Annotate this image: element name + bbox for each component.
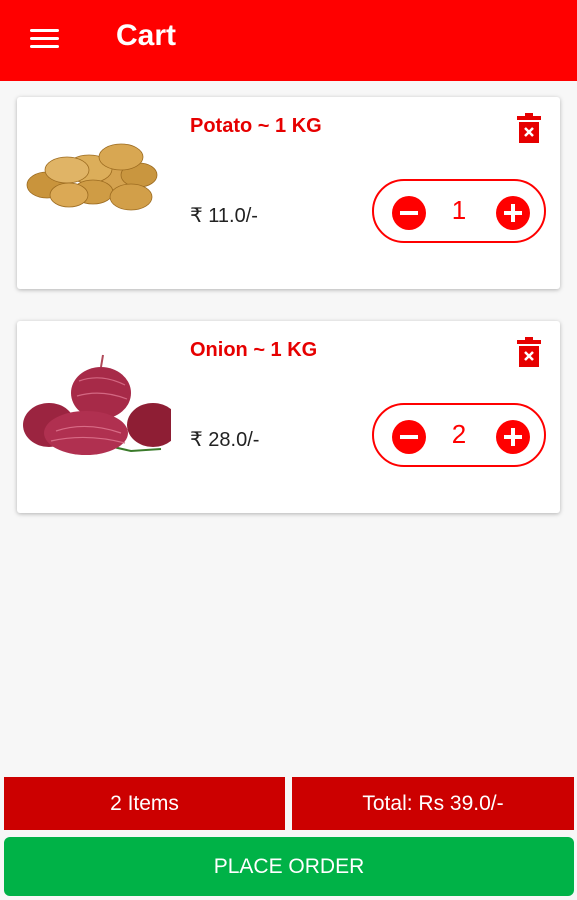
product-price: ₹ 11.0/- xyxy=(190,205,258,227)
cart-item: Onion ~ 1 KG ₹ 28.0/- 2 xyxy=(17,321,560,513)
quantity-stepper: 1 xyxy=(372,179,546,243)
potato-image xyxy=(26,143,158,211)
plus-circle-icon[interactable] xyxy=(496,420,530,454)
page-title: Cart xyxy=(116,19,177,52)
place-order-button[interactable]: PLACE ORDER xyxy=(4,837,574,896)
product-name: Onion ~ 1 KG xyxy=(190,339,318,361)
menu-icon[interactable] xyxy=(28,24,62,58)
quantity-stepper: 2 xyxy=(372,403,546,467)
product-price: ₹ 28.0/- xyxy=(190,429,260,451)
cart-item: Potato ~ 1 KG ₹ 11.0/- 1 xyxy=(17,97,560,289)
onion-image xyxy=(23,354,171,455)
delete-icon[interactable] xyxy=(515,337,543,369)
app-bar: Cart xyxy=(0,0,577,81)
items-count: 2 Items xyxy=(4,777,285,830)
plus-circle-icon[interactable] xyxy=(496,196,530,230)
product-name: Potato ~ 1 KG xyxy=(190,115,322,137)
delete-icon[interactable] xyxy=(515,113,543,145)
order-total: Total: Rs 39.0/- xyxy=(292,777,574,830)
